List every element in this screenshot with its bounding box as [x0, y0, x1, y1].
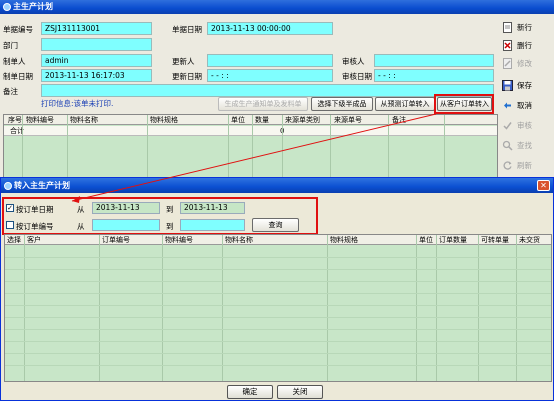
col-source-no: 来源单号 [334, 116, 362, 124]
ok-button[interactable]: 确定 [227, 385, 273, 399]
col-order-no: 订单编号 [102, 236, 130, 244]
main-window-title: 主生产计划 [0, 0, 554, 14]
col-undelivered: 未交货 [519, 236, 540, 244]
order-grid[interactable]: 选择 客户 订单编号 物料编号 物料名称 物料规格 单位 订单数量 可转单量 未… [4, 234, 552, 382]
col-material-spec: 物料规格 [150, 116, 178, 124]
toolbar-cancel-label: 取消 [517, 101, 532, 110]
approve-icon [503, 122, 512, 130]
col-qty: 数量 [255, 116, 269, 124]
col-order-qty: 订单数量 [439, 236, 467, 244]
toolbar-delete-row-label: 删行 [517, 41, 532, 50]
reviewer-label: 审核人 [342, 57, 365, 66]
creator-field[interactable]: admin [41, 54, 152, 67]
dialog-title: 转入主生产计划 [14, 181, 70, 190]
col-seq: 序号 [8, 116, 22, 124]
from-forecast-button[interactable]: 从预测订单转入 [375, 97, 435, 111]
col-unit: 单位 [231, 116, 245, 124]
doc-date-field[interactable]: 2013-11-13 00:00:00 [207, 22, 333, 35]
delete-row-icon [503, 40, 512, 51]
col-material-no: 物料编号 [165, 236, 193, 244]
transfer-dialog: 转入主生产计划 ✕ ✓ 按订单日期 从 2013-11-13 到 2013-11… [0, 177, 554, 401]
dialog-title-bar: 转入主生产计划 ✕ [1, 178, 553, 193]
dept-label: 部门 [3, 41, 18, 50]
highlight-box-customer [434, 94, 494, 114]
toolbar-refresh-label: 刷新 [517, 161, 532, 170]
toolbar-save-button[interactable]: 保存 [500, 77, 554, 95]
toolbar-save-label: 保存 [517, 81, 532, 90]
close-button[interactable]: 关闭 [277, 385, 323, 399]
update-date-field[interactable]: - - : : [207, 69, 333, 82]
toolbar-new-button[interactable]: 新行 [500, 19, 554, 37]
col-transferable-qty: 可转单量 [481, 236, 509, 244]
create-date-field[interactable]: 2013-11-13 16:17:03 [41, 69, 152, 82]
app-icon [3, 3, 11, 11]
total-row: 合计 0 [4, 126, 497, 136]
creator-label: 制单人 [3, 57, 26, 66]
toolbar-approve-label: 审核 [517, 121, 532, 130]
reviewer-field[interactable] [374, 54, 494, 67]
toolbar-find-label: 查找 [517, 141, 532, 150]
update-date-label: 更新日期 [172, 72, 202, 81]
cancel-icon [504, 102, 511, 109]
col-material-name: 物料名称 [225, 236, 253, 244]
col-select: 选择 [7, 236, 21, 244]
print-info: 打印信息:该单未打印. [41, 99, 114, 108]
toolbar-approve-button[interactable]: 审核 [500, 117, 554, 135]
col-source-type: 来源单类别 [285, 116, 320, 124]
detail-grid-header: 序号 物料编号 物料名称 物料规格 单位 数量 来源单类别 来源单号 备注 [4, 115, 497, 125]
doc-date-label: 单据日期 [172, 25, 202, 34]
updater-field[interactable] [207, 54, 333, 67]
review-date-field[interactable]: - - : : [374, 69, 494, 82]
select-lower-button[interactable]: 选择下级半成品 [311, 97, 373, 111]
col-material-no: 物料编号 [26, 116, 54, 124]
highlight-box-filter [2, 197, 318, 235]
toolbar-cancel-button[interactable]: 取消 [500, 97, 554, 115]
toolbar-find-button[interactable]: 查找 [500, 137, 554, 155]
create-date-label: 制单日期 [3, 72, 33, 81]
edit-icon [503, 58, 512, 69]
col-remark: 备注 [392, 116, 406, 124]
toolbar-refresh-button[interactable]: 刷新 [500, 157, 554, 175]
updater-label: 更新人 [172, 57, 195, 66]
review-date-label: 审核日期 [342, 72, 372, 81]
col-customer: 客户 [27, 236, 41, 244]
toolbar-new-label: 新行 [517, 23, 532, 32]
remark-field[interactable] [41, 84, 494, 97]
main-window-title-text: 主生产计划 [13, 2, 53, 11]
new-icon [503, 22, 512, 33]
save-icon [502, 80, 513, 91]
dept-field[interactable] [41, 38, 152, 51]
col-material-name: 物料名称 [70, 116, 98, 124]
col-unit: 单位 [419, 236, 433, 244]
order-grid-header: 选择 客户 订单编号 物料编号 物料名称 物料规格 单位 订单数量 可转单量 未… [5, 235, 551, 245]
doc-no-label: 单据编号 [3, 25, 33, 34]
refresh-icon [503, 161, 512, 170]
toolbar-delete-row-button[interactable]: 删行 [500, 37, 554, 55]
col-material-spec: 物料规格 [330, 236, 358, 244]
toolbar-edit-button[interactable]: 修改 [500, 55, 554, 73]
close-icon[interactable]: ✕ [537, 180, 550, 191]
doc-no-field[interactable]: ZSJ131113001 [41, 22, 152, 35]
find-icon [502, 140, 513, 151]
remark-label: 备注 [3, 87, 18, 96]
toolbar-edit-label: 修改 [517, 59, 532, 68]
gen-notice-button[interactable]: 生成生产通知单及发料单 [218, 97, 308, 111]
dialog-app-icon [4, 182, 12, 190]
